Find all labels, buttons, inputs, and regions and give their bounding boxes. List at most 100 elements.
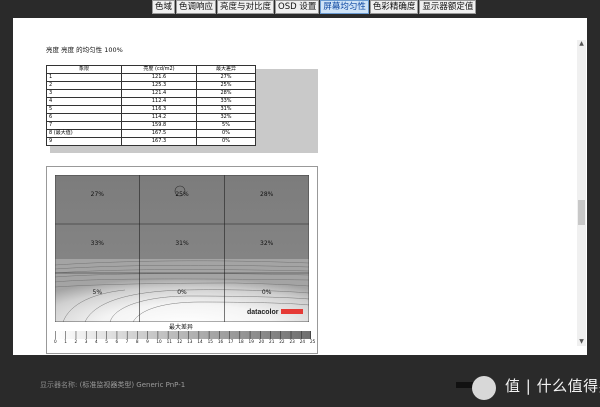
table-cell: 6 bbox=[46, 113, 122, 122]
table-cell: 25% bbox=[196, 81, 256, 90]
tab-osd-settings[interactable]: OSD 设置 bbox=[275, 0, 320, 14]
scale-tick-label: 7 bbox=[125, 339, 129, 344]
table-row: 4 112.4 33% bbox=[46, 97, 256, 106]
cell-value-label: 25% bbox=[175, 191, 189, 198]
tab-color-accuracy[interactable]: 色彩精确度 bbox=[369, 0, 419, 14]
cell-value-label: 31% bbox=[175, 240, 189, 247]
cell-value-label: 33% bbox=[91, 240, 105, 247]
table-cell: 3 bbox=[46, 89, 122, 98]
scale-tick-label: 16 bbox=[217, 339, 224, 344]
luminance-table: 象限 亮度 (cd/m2) 最大差异 1 121.6 27% 2 125.3 25% 3 12… bbox=[46, 65, 256, 146]
scale-tick-label: 5 bbox=[105, 339, 108, 344]
tab-screen-uniformity[interactable]: 屏幕均匀性 bbox=[320, 0, 369, 14]
scale-tick-labels: 0 1 2 3 4 5 6 7 8 9 10 11 12 13 14 15 16 17 18 19 20 21 22 23 24… bbox=[51, 339, 315, 347]
scale-tick-label: 21 bbox=[269, 339, 275, 344]
table-cell: 28% bbox=[196, 89, 256, 98]
cell-value-label: 5% bbox=[93, 289, 103, 296]
tab-bar: 色域 色调响应 亮度与对比度 OSD 设置 屏幕均匀性 色彩精确度 显示器额定值 bbox=[152, 0, 477, 14]
table-row: 7 159.8 5% bbox=[46, 121, 256, 130]
scale-tick-label: 2 bbox=[74, 339, 78, 344]
table-cell: 5% bbox=[196, 121, 256, 130]
report-heading: 亮度 亮度 的均匀性 100% bbox=[46, 46, 123, 54]
scale-tick-label: 19 bbox=[248, 339, 254, 344]
tab-monitor-rating[interactable]: 显示器额定值 bbox=[419, 0, 477, 14]
column-header: 亮度 (cd/m2) bbox=[121, 65, 197, 74]
cell-value-label: 28% bbox=[260, 191, 274, 198]
table-cell: 167.5 bbox=[121, 129, 197, 138]
tab-color-gamut[interactable]: 色域 bbox=[152, 0, 176, 14]
table-cell: 9 bbox=[46, 137, 122, 146]
watermark-text: 值 | 什么值得买 bbox=[505, 377, 600, 395]
scale-tick-label: 9 bbox=[146, 339, 149, 344]
difference-scale bbox=[55, 331, 311, 339]
scale-tick-label: 24 bbox=[299, 339, 306, 344]
table-cell: 125.3 bbox=[121, 81, 197, 90]
table-cell: 1 bbox=[46, 73, 122, 82]
tab-brightness-contrast[interactable]: 亮度与对比度 bbox=[217, 0, 275, 14]
table-cell: 2 bbox=[46, 81, 122, 90]
table-row: 2 125.3 25% bbox=[46, 81, 256, 90]
vertical-scrollbar[interactable]: ▲ ▼ bbox=[577, 40, 586, 346]
table-cell: 114.2 bbox=[121, 113, 197, 122]
scale-tick-label: 3 bbox=[84, 339, 88, 344]
table-header-row: 象限 亮度 (cd/m2) 最大差异 bbox=[46, 65, 256, 74]
table-cell: 27% bbox=[196, 73, 256, 82]
table-cell: 33% bbox=[196, 97, 256, 106]
scale-tick-label: 25 bbox=[310, 339, 316, 344]
app-window: 色域 色调响应 亮度与对比度 OSD 设置 屏幕均匀性 色彩精确度 显示器额定值… bbox=[0, 0, 600, 407]
scale-title: 最大差异 bbox=[168, 324, 193, 331]
table-row: 1 121.6 27% bbox=[46, 73, 256, 82]
table-cell: 32% bbox=[196, 113, 256, 122]
table-row: 9 167.3 0% bbox=[46, 137, 256, 146]
scale-gradient bbox=[55, 331, 311, 339]
brand-label: datacolor bbox=[247, 309, 279, 316]
scale-tick-label: 14 bbox=[197, 339, 203, 344]
scroll-down-icon[interactable]: ▼ bbox=[577, 338, 586, 346]
table-cell: 4 bbox=[46, 97, 122, 106]
table-row: 5 116.3 31% bbox=[46, 105, 256, 114]
cell-value-label: 0% bbox=[177, 289, 187, 296]
cell-value-label: 27% bbox=[91, 191, 105, 198]
scale-tick-label: 22 bbox=[279, 339, 285, 344]
scale-tick-label: 13 bbox=[187, 339, 193, 344]
table-cell: 112.4 bbox=[121, 97, 197, 106]
uniformity-chart: 27% 25% 28% 33% 31% 32% 5% 0% 0% datacolor bbox=[55, 175, 309, 322]
scale-tick-label: 1 bbox=[64, 339, 67, 344]
scale-tick-label: 11 bbox=[166, 339, 172, 344]
scale-tick-label: 15 bbox=[207, 339, 213, 344]
table-row: 8 (最大值) 167.5 0% bbox=[46, 129, 256, 138]
scale-tick-label: 18 bbox=[238, 339, 244, 344]
table-cell: 121.4 bbox=[121, 89, 197, 98]
table-body: 1 121.6 27% 2 125.3 25% 3 121.4 28% 4 112.4 33% 5 116… bbox=[46, 73, 256, 146]
brand-bar bbox=[281, 309, 303, 314]
scale-tick-label: 23 bbox=[289, 339, 295, 344]
scroll-thumb[interactable] bbox=[578, 200, 585, 225]
table-cell: 7 bbox=[46, 121, 122, 130]
column-header: 象限 bbox=[46, 65, 122, 74]
table-cell: 5 bbox=[46, 105, 122, 114]
scale-tick-label: 4 bbox=[94, 339, 98, 344]
column-header: 最大差异 bbox=[196, 65, 256, 74]
scale-tick-label: 17 bbox=[228, 339, 234, 344]
table-cell: 0% bbox=[196, 129, 256, 138]
scale-tick-label: 0 bbox=[54, 339, 57, 344]
table-cell: 116.3 bbox=[121, 105, 197, 114]
table-cell: 0% bbox=[196, 137, 256, 146]
monitor-name-label: 显示器名称: bbox=[40, 381, 78, 389]
scroll-up-icon[interactable]: ▲ bbox=[577, 40, 586, 48]
table-cell: 31% bbox=[196, 105, 256, 114]
scale-tick-label: 10 bbox=[156, 339, 162, 344]
cell-value-label: 0% bbox=[262, 289, 272, 296]
tab-tone-response[interactable]: 色调响应 bbox=[176, 0, 217, 14]
cell-value-label: 32% bbox=[260, 240, 274, 247]
table-cell: 167.3 bbox=[121, 137, 197, 146]
luminance-table-container: 象限 亮度 (cd/m2) 最大差异 1 121.6 27% 2 125.3 25% 3 12… bbox=[46, 65, 318, 153]
table-row: 6 114.2 32% bbox=[46, 113, 256, 122]
monitor-name-value: (标准监视器类型) Generic PnP-1 bbox=[79, 381, 186, 389]
table-cell: 8 (最大值) bbox=[46, 129, 122, 138]
monitor-name-row: 显示器名称: (标准监视器类型) Generic PnP-1 bbox=[40, 380, 185, 390]
watermark-logo-icon bbox=[472, 376, 496, 400]
scale-tick-label: 6 bbox=[115, 339, 119, 344]
table-cell: 121.6 bbox=[121, 73, 197, 82]
table-row: 3 121.4 28% bbox=[46, 89, 256, 98]
